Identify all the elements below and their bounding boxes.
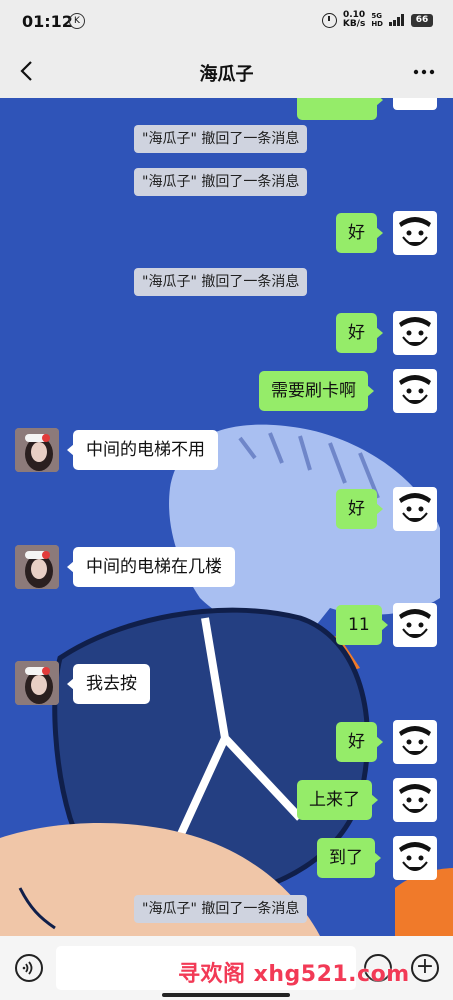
message-bubble-self[interactable]: 好: [336, 313, 383, 353]
more-icon[interactable]: [413, 69, 435, 75]
contact-avatar[interactable]: [15, 428, 59, 472]
contact-avatar[interactable]: [15, 661, 59, 705]
message-bubble-self[interactable]: 上来了: [297, 780, 378, 820]
cartoon-face-icon: [399, 842, 431, 871]
message-bubble-self[interactable]: 好: [336, 489, 383, 529]
recall-notice: "海瓜子" 撤回了一条消息: [134, 895, 308, 923]
plus-icon[interactable]: +: [411, 954, 439, 982]
contact-photo-icon: [15, 428, 59, 472]
cartoon-face-icon: [399, 784, 431, 813]
cartoon-face-icon: [399, 317, 431, 346]
network-type: 5G HD: [371, 12, 383, 28]
battery-icon: 66: [411, 13, 433, 27]
cartoon-face-icon: [399, 493, 431, 522]
chat-background: [0, 98, 453, 936]
cartoon-face-icon: [399, 217, 431, 246]
self-avatar[interactable]: [393, 369, 437, 413]
message-bubble-other[interactable]: 我去按: [67, 664, 150, 704]
contact-photo-icon: [15, 545, 59, 589]
voice-icon[interactable]: [15, 954, 43, 982]
message-bubble-other[interactable]: 中间的电梯在几楼: [67, 547, 235, 587]
message-bubble-self[interactable]: 好: [336, 722, 383, 762]
self-avatar[interactable]: [393, 211, 437, 255]
contact-avatar[interactable]: [15, 545, 59, 589]
self-avatar[interactable]: [393, 836, 437, 880]
recall-notice: "海瓜子" 撤回了一条消息: [134, 268, 308, 296]
self-avatar[interactable]: [393, 720, 437, 764]
self-avatar[interactable]: [393, 778, 437, 822]
chat-header: 海瓜子: [0, 44, 453, 98]
alarm-icon: [321, 12, 337, 28]
home-indicator: [162, 993, 290, 997]
k-badge-icon: K: [69, 13, 85, 29]
recall-notice: "海瓜子" 撤回了一条消息: [134, 168, 308, 196]
network-speed: 0.10 KB/s: [342, 10, 366, 29]
status-indicators: 0.10 KB/s 5G HD 66: [321, 10, 433, 29]
message-bubble-other[interactable]: 中间的电梯不用: [67, 430, 218, 470]
message-bubble-self[interactable]: 到了: [317, 838, 381, 878]
cartoon-face-icon: [399, 609, 431, 638]
message-bubble-self[interactable]: 需要刷卡啊: [259, 371, 374, 411]
message-bubble-self[interactable]: 好: [336, 213, 383, 253]
self-avatar[interactable]: [393, 487, 437, 531]
watermark: 寻欢阁 xhg521.com: [178, 962, 410, 987]
self-avatar[interactable]: [393, 311, 437, 355]
signal-icon: [389, 14, 404, 26]
cartoon-face-icon: [399, 726, 431, 755]
message-bubble-self[interactable]: 11: [336, 605, 388, 645]
recall-notice: "海瓜子" 撤回了一条消息: [134, 125, 308, 153]
cartoon-face-icon: [399, 375, 431, 404]
status-bar: 01:12 K 0.10 KB/s 5G HD 66: [0, 0, 453, 44]
contact-photo-icon: [15, 661, 59, 705]
chat-screen: "海瓜子" 撤回了一条消息 "海瓜子" 撤回了一条消息 好 "海瓜子" 撤回了一…: [0, 0, 453, 1000]
status-time: 01:12: [22, 12, 73, 31]
self-avatar[interactable]: [393, 603, 437, 647]
chat-title: 海瓜子: [199, 64, 254, 85]
